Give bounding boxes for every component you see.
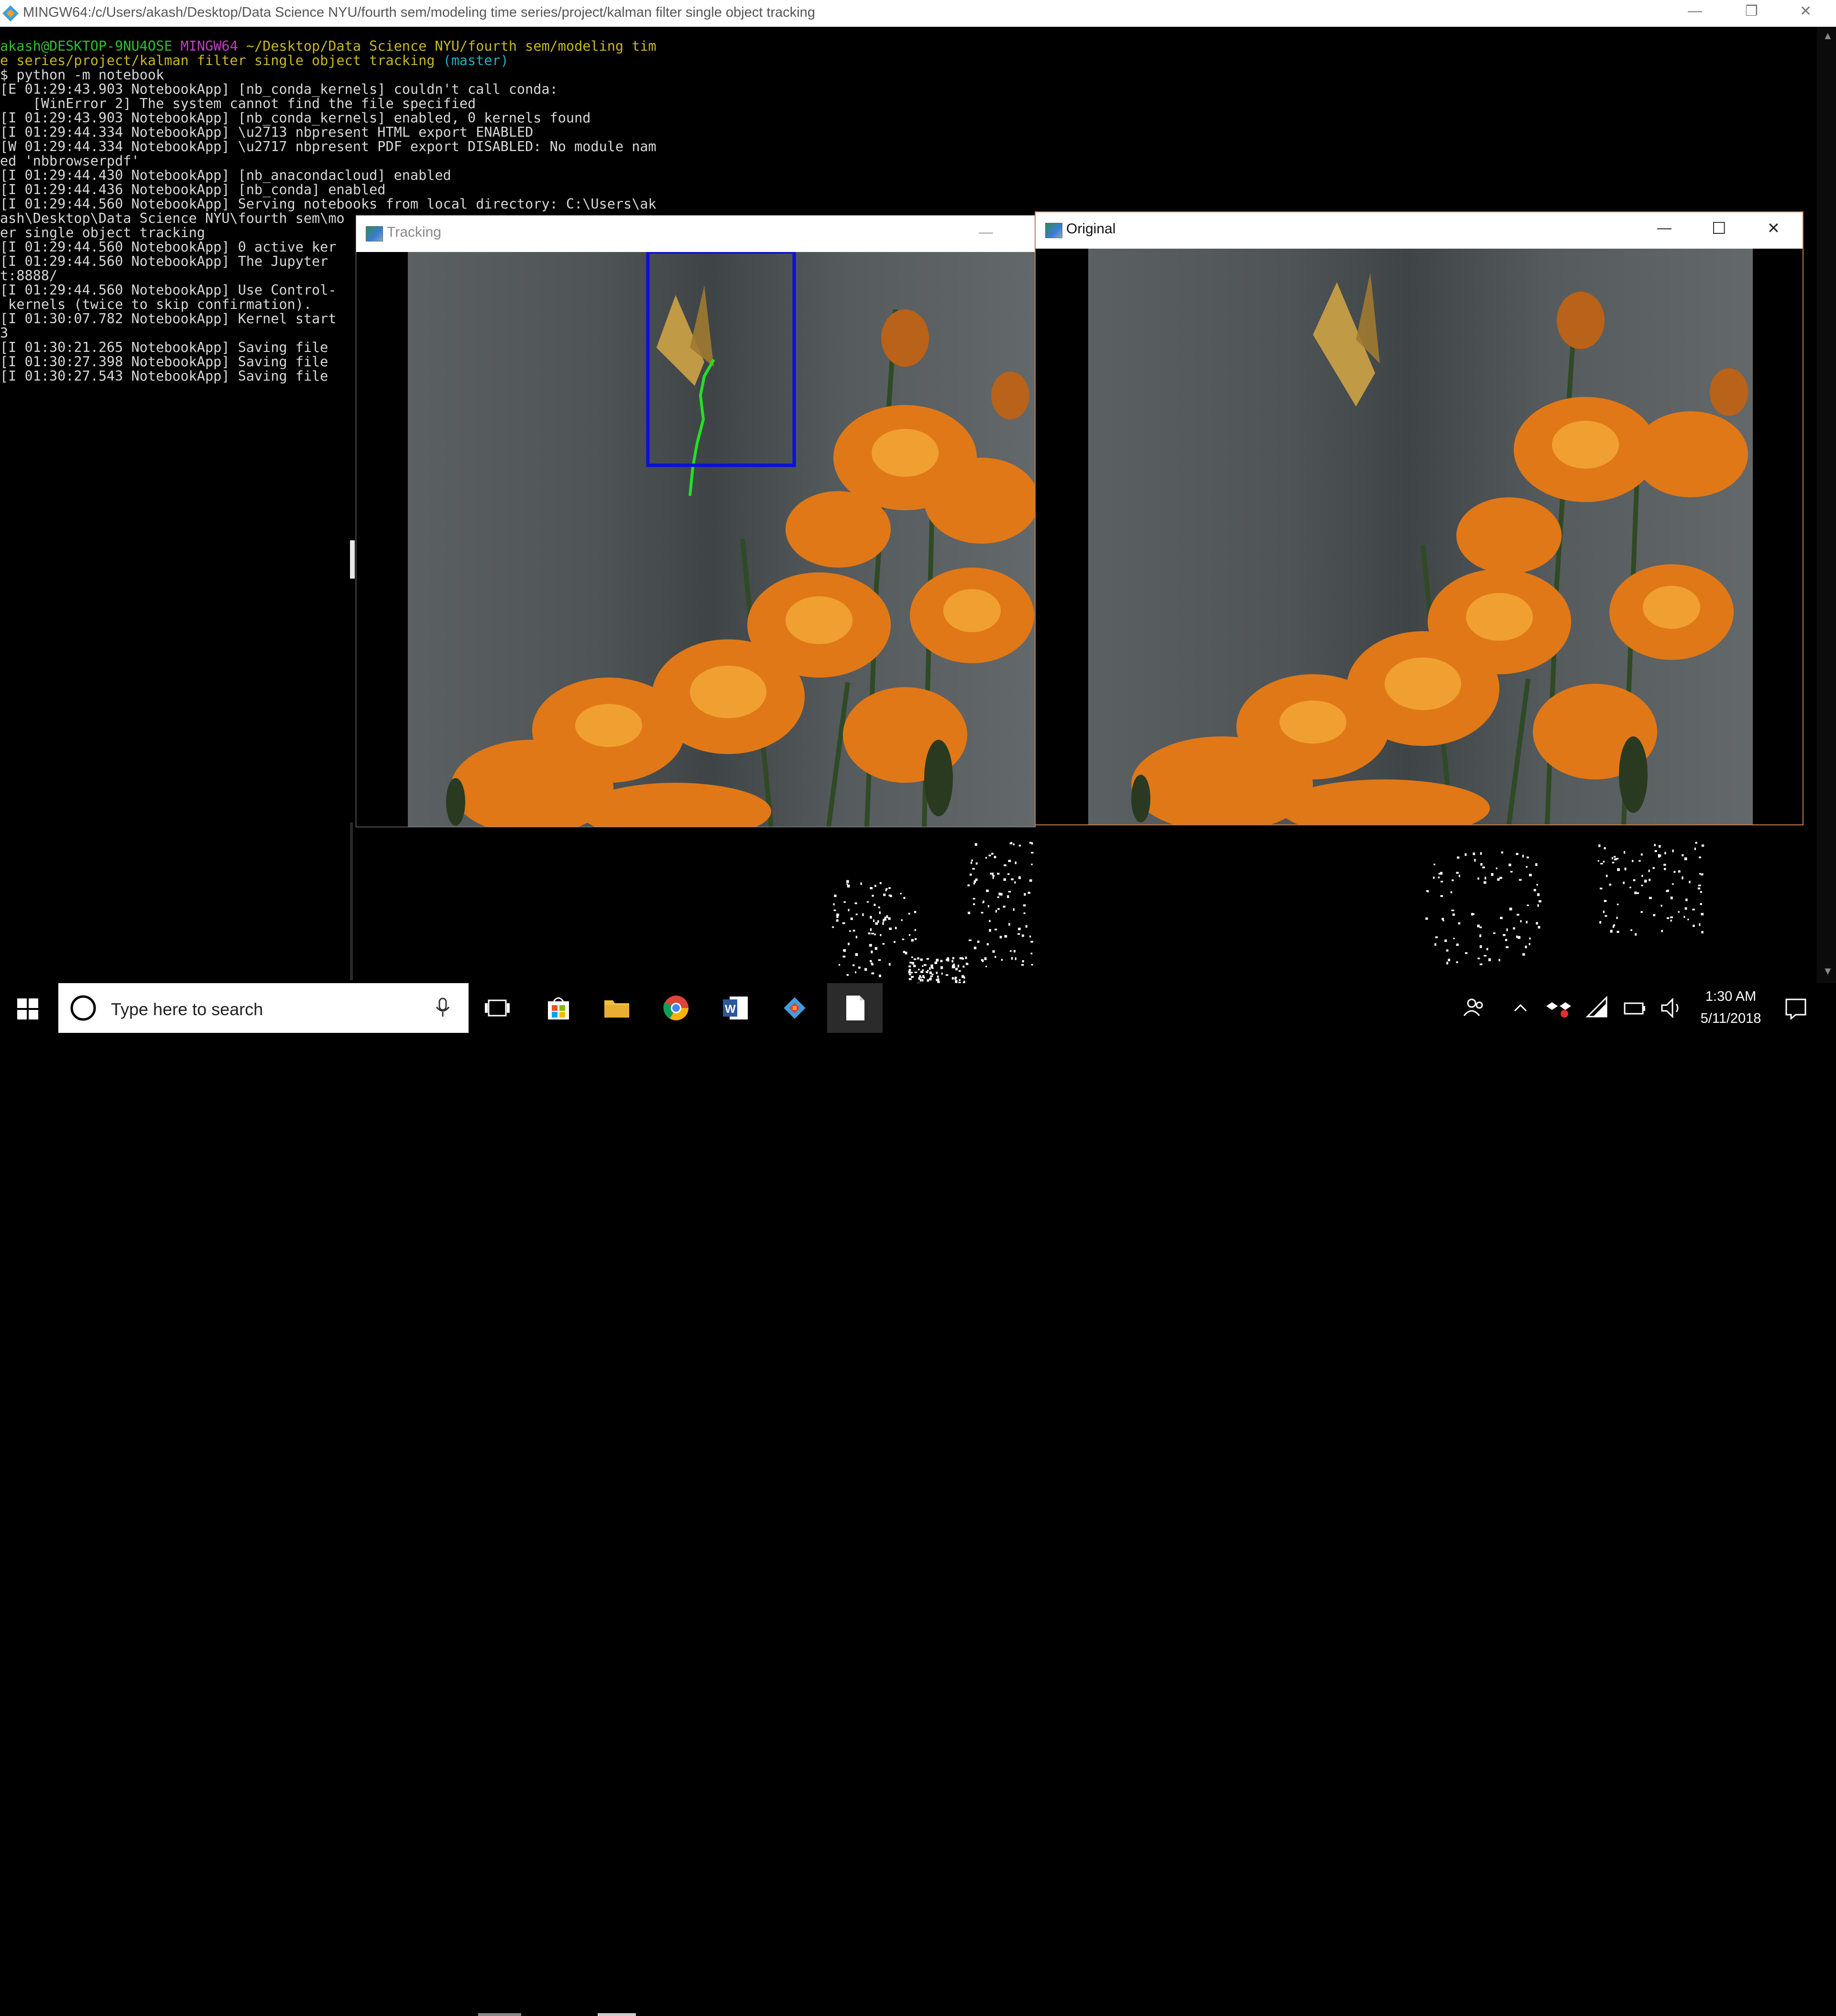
running-indicator [478, 2013, 521, 2016]
taskbar-search-box[interactable]: Type here to search [58, 983, 469, 1033]
terminal-line: $ python -m notebook [0, 67, 164, 83]
terminal-scrollbar[interactable]: ▲ ▼ [1817, 27, 1836, 983]
terminal-line: [I 01:29:44.560 NotebookApp] Serving not… [0, 196, 656, 212]
chevron-up-icon[interactable] [1506, 994, 1535, 1022]
opencv-window-icon [366, 226, 383, 241]
terminal-line: [I 01:30:07.782 NotebookApp] Kernel star… [0, 311, 337, 327]
tracking-video [408, 252, 1035, 827]
original-title-bar[interactable]: Original — ☐ ✕ [1036, 212, 1803, 249]
microphone-icon[interactable] [434, 997, 451, 1019]
wifi-icon[interactable] [1583, 994, 1611, 1022]
window-edge [350, 822, 353, 980]
close-button[interactable]: ✕ [1767, 219, 1780, 237]
prompt-shell: MINGW64 [180, 38, 238, 54]
terminal-title-bar[interactable]: MINGW64:/c/Users/akash/Desktop/Data Scie… [0, 0, 1836, 27]
terminal-line: [I 01:29:44.560 NotebookApp] Use Control… [0, 282, 337, 298]
windows-start-icon[interactable] [17, 998, 38, 1019]
taskbar: Type here to search W 1:30 AM 5/11/2018 [0, 983, 1836, 2016]
mask-window-content [832, 842, 1705, 983]
word-icon[interactable]: W [721, 994, 750, 1022]
terminal-line: [I 01:29:44.560 NotebookApp] 0 active ke… [0, 239, 337, 255]
tracking-window[interactable]: Tracking — [356, 215, 1036, 827]
original-frame [1036, 249, 1803, 824]
terminal-line: er single object tracking [0, 225, 205, 241]
prompt-line-2: e series/project/kalman filter single ob… [0, 54, 509, 68]
terminal-line: [E 01:29:43.903 NotebookApp] [nb_conda_k… [0, 81, 558, 97]
battery-icon[interactable] [1621, 994, 1650, 1022]
scroll-down-icon[interactable]: ▼ [1823, 965, 1833, 977]
file-explorer-icon[interactable] [602, 994, 631, 1022]
tracking-title: Tracking [387, 224, 441, 240]
prompt-branch: (master) [443, 53, 509, 68]
terminal-line: [I 01:29:43.903 NotebookApp] [nb_conda_k… [0, 110, 591, 126]
volume-icon[interactable] [1657, 994, 1686, 1022]
dropbox-icon[interactable] [1544, 994, 1573, 1022]
prompt-user: akash@DESKTOP-9NU4OSE [0, 38, 173, 54]
original-video [1088, 249, 1753, 824]
original-title: Original [1066, 221, 1116, 237]
terminal-line: [WinError 2] The system cannot find the … [0, 96, 476, 111]
scroll-up-icon[interactable]: ▲ [1823, 30, 1833, 42]
prompt-path-cont: e series/project/kalman filter single ob… [0, 53, 435, 68]
tracking-frame [356, 252, 1035, 827]
close-button[interactable]: ✕ [1800, 3, 1812, 20]
terminal-line: ed 'nbbrowserpdf' [0, 153, 140, 169]
terminal-line: [I 01:29:44.334 NotebookApp] \u2713 nbpr… [0, 124, 534, 140]
terminal-line: [I 01:29:44.436 NotebookApp] [nb_conda] … [0, 182, 386, 197]
minimize-button[interactable]: — [1688, 3, 1702, 19]
original-window[interactable]: Original — ☐ ✕ [1035, 211, 1803, 825]
flower-scene [1131, 273, 1748, 824]
git-gui-icon[interactable] [780, 994, 809, 1022]
prompt-line: akash@DESKTOP-9NU4OSE MINGW64 ~/Desktop/… [0, 39, 656, 54]
maximize-button[interactable]: ☐ [1712, 219, 1726, 238]
terminal-line: t:8888/ [0, 268, 58, 284]
chrome-icon[interactable] [662, 994, 690, 1022]
terminal-line: kernels (twice to skip confirmation). [0, 296, 312, 312]
terminal-title: MINGW64:/c/Users/akash/Desktop/Data Scie… [23, 5, 815, 20]
minimize-button[interactable]: — [1657, 220, 1672, 236]
action-center-icon[interactable] [1781, 994, 1810, 1022]
terminal-line: [I 01:30:27.543 NotebookApp] Saving file [0, 368, 328, 384]
window-edge-highlight [350, 540, 355, 579]
tracking-title-bar[interactable]: Tracking — [356, 216, 1035, 252]
terminal-line: [I 01:29:44.560 NotebookApp] The Jupyter [0, 253, 328, 269]
terminal-line: [W 01:29:44.334 NotebookApp] \u2717 nbpr… [0, 139, 656, 154]
notepad-icon[interactable] [841, 994, 869, 1022]
restore-button[interactable]: ❐ [1745, 3, 1758, 20]
opencv-window-icon [1045, 223, 1062, 238]
clock-time[interactable]: 1:30 AM [1688, 989, 1774, 1005]
cortana-icon [70, 995, 96, 1021]
clock-date[interactable]: 5/11/2018 [1688, 1011, 1774, 1027]
terminal-line: [I 01:30:27.398 NotebookApp] Saving file [0, 354, 328, 370]
store-icon[interactable] [544, 994, 573, 1022]
terminal-line: [I 01:29:44.430 NotebookApp] [nb_anacond… [0, 167, 451, 183]
running-indicator [598, 2013, 636, 2016]
terminal-line: ash\Desktop\Data Science NYU\fourth sem\… [0, 210, 345, 226]
task-view-icon[interactable] [483, 994, 512, 1022]
people-icon[interactable] [1459, 994, 1488, 1022]
prompt-path: ~/Desktop/Data Science NYU/fourth sem/mo… [246, 38, 656, 54]
git-bash-icon [2, 5, 19, 22]
search-placeholder: Type here to search [111, 999, 263, 1019]
minimize-button[interactable]: — [979, 224, 993, 241]
terminal-line: 3 [0, 325, 9, 341]
svg-text:W: W [725, 1003, 736, 1016]
flower-scene [446, 252, 1035, 827]
terminal-line: [I 01:30:21.265 NotebookApp] Saving file [0, 340, 328, 355]
